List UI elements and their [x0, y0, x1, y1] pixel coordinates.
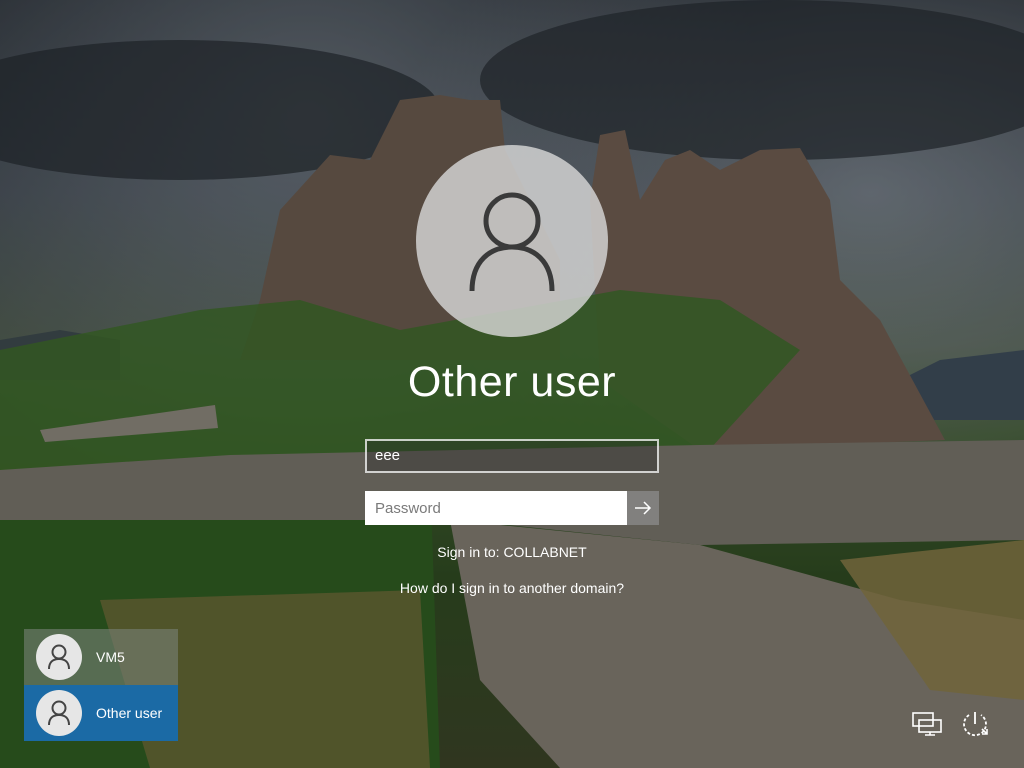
another-domain-link[interactable]: How do I sign in to another domain? [0, 580, 1024, 596]
network-button[interactable] [910, 707, 944, 741]
person-icon [469, 192, 555, 292]
user-tile-other-user[interactable]: Other user [24, 685, 178, 741]
submit-button[interactable] [627, 491, 659, 525]
password-input[interactable] [365, 491, 627, 525]
password-row [365, 491, 659, 525]
sign-in-domain-text: Sign in to: COLLABNET [437, 544, 587, 560]
username-title: Other user [407, 358, 617, 406]
user-avatar-small [36, 690, 82, 736]
arrow-right-icon [635, 501, 652, 515]
username-input[interactable]: eee [365, 439, 659, 473]
user-list: VM5 Other user [24, 629, 178, 741]
power-button[interactable] [958, 707, 992, 741]
person-icon [48, 644, 70, 670]
network-icon [912, 712, 942, 736]
user-tile-label: Other user [96, 705, 163, 721]
user-tile-vm5[interactable]: VM5 [24, 629, 178, 685]
power-icon [963, 712, 988, 737]
user-avatar-small [36, 634, 82, 680]
user-avatar [416, 145, 608, 337]
user-tile-label: VM5 [96, 649, 125, 665]
person-icon [48, 700, 70, 726]
